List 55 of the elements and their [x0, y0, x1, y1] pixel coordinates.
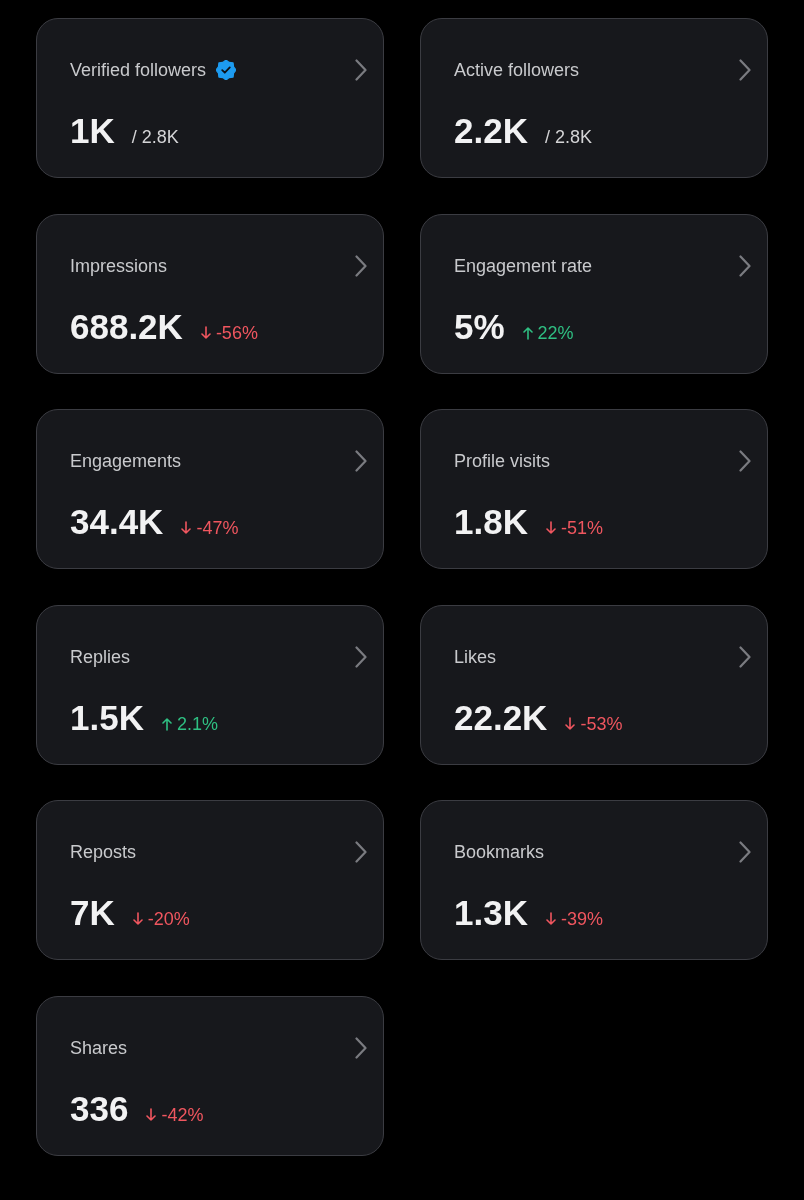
metric-card[interactable]: Reposts 7K -20%	[36, 800, 384, 961]
metric-label: Impressions	[70, 254, 168, 278]
chevron-right-icon	[739, 645, 751, 668]
metric-value: 5%	[454, 306, 505, 347]
change-percent: 2.1%	[176, 712, 218, 736]
change-percent: -20%	[147, 908, 190, 932]
metric-value: 34.4K	[70, 502, 164, 543]
change-percent: 22%	[537, 321, 574, 345]
metric-card[interactable]: Engagement rate 5% 22%	[420, 213, 768, 374]
metric-total: / 2.8K	[131, 126, 179, 149]
change-percent: -47%	[196, 517, 239, 541]
metric-card[interactable]: Verified followers 1K / 2.8K	[36, 18, 384, 178]
chevron-right-icon	[739, 841, 751, 864]
metric-card[interactable]: Profile visits 1.8K -51%	[420, 409, 768, 570]
chevron-right-icon	[739, 254, 751, 277]
metric-value: 1.8K	[454, 502, 528, 543]
metric-total: / 2.8K	[544, 126, 592, 149]
metric-label: Active followers	[454, 59, 580, 82]
metric-card[interactable]: Likes 22.2K -53%	[420, 604, 768, 765]
metric-card[interactable]: Impressions 688.2K -56%	[36, 213, 384, 374]
metric-card[interactable]: Active followers 2.2K / 2.8K	[420, 18, 768, 178]
change-percent: -56%	[215, 321, 258, 345]
change-percent: -42%	[161, 1103, 204, 1127]
metric-label: Replies	[70, 645, 131, 669]
metric-label: Shares	[70, 1036, 128, 1060]
metric-label: Profile visits	[454, 450, 551, 474]
metric-label: Verified followers	[70, 59, 207, 82]
metric-label: Likes	[454, 645, 497, 669]
metric-label: Bookmarks	[454, 841, 545, 865]
chevron-right-icon	[355, 841, 367, 864]
metric-card[interactable]: Engagements 34.4K -47%	[36, 409, 384, 570]
chevron-right-icon	[355, 450, 367, 473]
change-percent: -39%	[560, 908, 603, 932]
metric-card[interactable]: Shares 336 -42%	[36, 995, 384, 1156]
metric-value: 336	[70, 1088, 129, 1129]
change-percent: -53%	[580, 712, 623, 736]
chevron-right-icon	[355, 254, 367, 277]
metric-card[interactable]: Replies 1.5K 2.1%	[36, 604, 384, 765]
metric-value: 22.2K	[454, 697, 548, 738]
change-percent: -51%	[560, 517, 603, 541]
chevron-right-icon	[355, 645, 367, 668]
metric-label: Engagements	[70, 450, 182, 474]
metric-value: 1.5K	[70, 697, 144, 738]
metric-value: 7K	[70, 893, 115, 934]
metric-value: 1.3K	[454, 893, 528, 934]
metric-value: 1K	[70, 111, 115, 151]
chevron-right-icon	[739, 59, 751, 81]
chevron-right-icon	[355, 59, 367, 81]
metric-value: 2.2K	[454, 111, 528, 151]
metric-value: 688.2K	[70, 306, 183, 347]
metric-card[interactable]: Bookmarks 1.3K -39%	[420, 800, 768, 961]
metric-label: Reposts	[70, 841, 137, 865]
metric-label: Engagement rate	[454, 254, 593, 278]
chevron-right-icon	[739, 450, 751, 473]
chevron-right-icon	[355, 1036, 367, 1059]
